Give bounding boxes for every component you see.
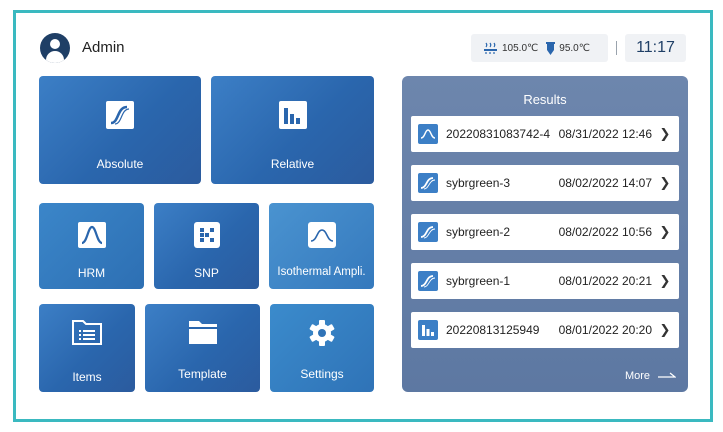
melt-curve-icon <box>418 124 438 144</box>
amplification-curve-icon <box>418 271 438 291</box>
chevron-right-icon: ❯ <box>659 224 671 239</box>
result-date: 08/31/2022 12:46 <box>558 127 652 141</box>
amplification-curve-icon <box>106 101 134 129</box>
chevron-right-icon: ❯ <box>659 322 671 337</box>
block-temperature: 95.0℃ <box>546 41 590 55</box>
temperature-status: 105.0℃ 95.0℃ <box>471 34 608 62</box>
amplification-curve-icon <box>418 173 438 193</box>
block-temp-value: 95.0℃ <box>559 42 590 54</box>
chevron-right-icon: ❯ <box>659 175 671 190</box>
absolute-label: Absolute <box>96 157 144 171</box>
result-row[interactable]: sybrgreen-1 08/01/2022 20:21 ❯ <box>411 263 679 299</box>
results-title: Results <box>523 92 567 107</box>
arrow-right-icon <box>658 372 676 378</box>
tube-icon <box>546 41 556 55</box>
bar-chart-icon <box>278 101 307 129</box>
absolute-tile[interactable]: Absolute <box>39 76 201 184</box>
result-row[interactable]: sybrgreen-3 08/02/2022 14:07 ❯ <box>411 165 679 201</box>
result-row[interactable]: 20220813125949 08/01/2022 20:20 ❯ <box>411 312 679 348</box>
results-panel: Results 20220831083742-4 08/31/2022 12:4… <box>402 76 688 392</box>
result-name: 20220831083742-4 <box>446 127 551 141</box>
bar-chart-icon <box>418 320 438 340</box>
folder-icon <box>188 321 217 344</box>
snp-tile[interactable]: SNP <box>154 203 259 289</box>
lid-temp-value: 105.0℃ <box>502 42 539 54</box>
melt-peak-icon <box>77 222 106 248</box>
result-name: sybrgreen-1 <box>446 274 511 288</box>
hrm-tile[interactable]: HRM <box>39 203 144 289</box>
result-date: 08/02/2022 10:56 <box>558 225 652 239</box>
heated-lid-icon <box>484 42 497 54</box>
more-link[interactable]: More <box>625 370 676 382</box>
chevron-right-icon: ❯ <box>659 126 671 141</box>
relative-tile[interactable]: Relative <box>211 76 374 184</box>
items-label: Items <box>72 370 102 384</box>
result-date: 08/02/2022 14:07 <box>558 176 652 190</box>
amplification-curve-icon <box>418 222 438 242</box>
settings-tile[interactable]: Settings <box>270 304 374 392</box>
chevron-right-icon: ❯ <box>659 273 671 288</box>
lid-temperature: 105.0℃ <box>483 42 538 54</box>
items-tile[interactable]: Items <box>39 304 135 392</box>
result-name: 20220813125949 <box>446 323 540 337</box>
result-name: sybrgreen-3 <box>446 176 511 190</box>
result-date: 08/01/2022 20:21 <box>558 274 652 288</box>
result-row[interactable]: sybrgreen-2 08/02/2022 10:56 ❯ <box>411 214 679 250</box>
isothermal-curve-icon <box>307 222 336 248</box>
gear-icon <box>309 320 335 346</box>
isothermal-tile[interactable]: Isothermal Ampli. <box>269 203 374 289</box>
template-tile[interactable]: Template <box>145 304 260 392</box>
user-name: Admin <box>82 39 125 56</box>
snp-grid-icon <box>193 222 220 248</box>
clock: 11:17 <box>625 34 686 62</box>
template-label: Template <box>178 367 227 381</box>
app-frame: Admin 105.0℃ 95.0℃ 11:17 Absolute Relati… <box>13 10 713 422</box>
user-avatar-icon[interactable] <box>40 33 70 63</box>
settings-label: Settings <box>300 367 344 381</box>
isothermal-label: Isothermal Ampli. <box>277 266 366 278</box>
result-row[interactable]: 20220831083742-4 08/31/2022 12:46 ❯ <box>411 116 679 152</box>
relative-label: Relative <box>270 157 315 171</box>
more-label: More <box>624 370 650 382</box>
folder-list-icon <box>72 320 102 345</box>
header-divider <box>616 41 617 55</box>
result-name: sybrgreen-2 <box>446 225 511 239</box>
snp-label: SNP <box>194 266 219 280</box>
result-date: 08/01/2022 20:20 <box>558 323 652 337</box>
hrm-label: HRM <box>77 266 106 280</box>
